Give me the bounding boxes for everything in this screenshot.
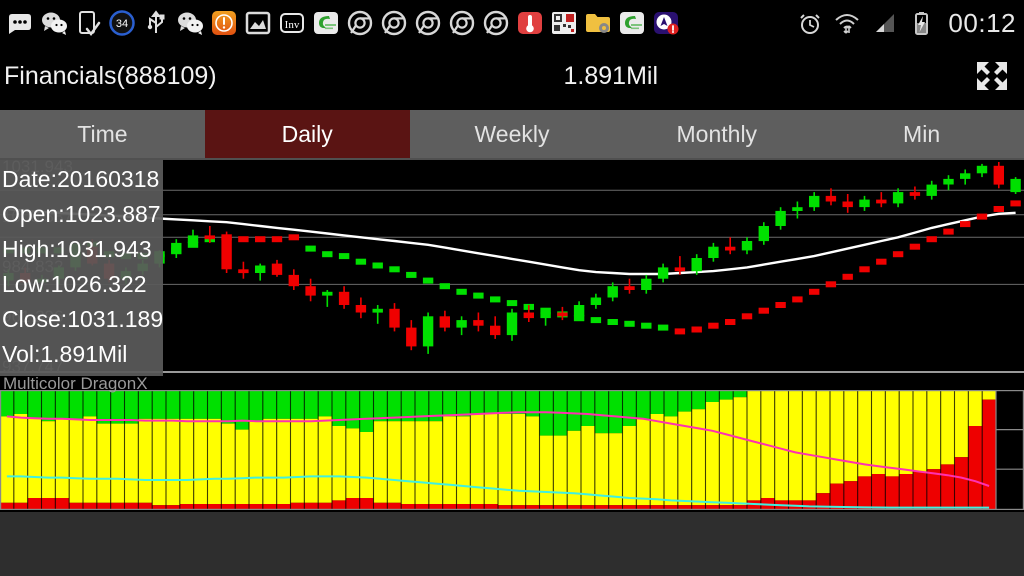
wechat-icon bbox=[40, 9, 68, 37]
usb-icon bbox=[142, 9, 170, 37]
wifi-icon bbox=[833, 9, 861, 37]
tab-label: Daily bbox=[281, 120, 333, 147]
ohlc-row: High:1031.943 bbox=[2, 236, 152, 262]
chat-bubble-icon bbox=[6, 9, 34, 37]
inv-app-icon: Inv bbox=[278, 9, 306, 37]
android-navigation-bar bbox=[0, 512, 1024, 576]
thermometer-app-icon bbox=[516, 9, 544, 37]
tab-label: Monthly bbox=[676, 120, 758, 147]
tab-label: Time bbox=[77, 120, 128, 147]
ohlc-row: Vol:1.891Mil bbox=[2, 341, 128, 367]
ohlc-row: Open:1023.887 bbox=[2, 201, 161, 227]
ohlc-row: Close:1031.189 bbox=[2, 306, 164, 332]
status-bar-system-icons: 00:12 bbox=[796, 9, 1016, 37]
navigation-alert-app-icon bbox=[652, 9, 680, 37]
ohlc-row: Low:1026.322 bbox=[2, 271, 147, 297]
ohlc-row: Date:20160318 bbox=[2, 166, 160, 192]
instrument-header: Financials(888109) 1031.189 7.302(+0.713… bbox=[0, 45, 1024, 107]
ohlc-info-panel: Date:20160318 Open:1023.887 High:1031.943 L… bbox=[0, 160, 163, 376]
instrument-name: Financials(888109) bbox=[4, 61, 217, 90]
orange-alert-app-icon bbox=[210, 9, 238, 37]
green-app-icon bbox=[618, 9, 646, 37]
chrome-icon bbox=[414, 9, 442, 37]
chrome-icon bbox=[448, 9, 476, 37]
status-bar-notification-icons: 34 Inv bbox=[6, 9, 680, 37]
gallery-icon bbox=[244, 9, 272, 37]
tab-min[interactable]: Min bbox=[819, 110, 1024, 158]
volume-value: 1.891Mil bbox=[563, 61, 659, 90]
tab-label: Min bbox=[903, 120, 941, 147]
tab-time[interactable]: Time bbox=[0, 110, 205, 158]
svg-text:Inv: Inv bbox=[285, 19, 300, 31]
green-app-icon bbox=[312, 9, 340, 37]
chrome-icon bbox=[482, 9, 510, 37]
chrome-icon bbox=[380, 9, 408, 37]
status-bar-clock: 00:12 bbox=[948, 7, 1016, 38]
alarm-clock-icon bbox=[796, 9, 824, 37]
tab-weekly[interactable]: Weekly bbox=[410, 110, 615, 158]
cell-signal-icon bbox=[870, 9, 898, 37]
battery-charging-icon bbox=[907, 9, 935, 37]
multicolor-dragonx-indicator[interactable] bbox=[0, 390, 1024, 510]
indicator-title: Multicolor DragonX bbox=[3, 374, 148, 393]
folder-icon bbox=[584, 9, 612, 37]
download-complete-icon bbox=[74, 9, 102, 37]
price-change: 7.302(+0.713%) bbox=[362, 61, 542, 90]
last-price: 1031.189 bbox=[238, 61, 343, 90]
wechat-icon bbox=[176, 9, 204, 37]
battery-percent-badge-icon: 34 bbox=[108, 9, 136, 37]
tab-daily[interactable]: Daily bbox=[204, 110, 410, 158]
chrome-icon bbox=[346, 9, 374, 37]
indicator-bars bbox=[0, 390, 996, 510]
tab-label: Weekly bbox=[474, 120, 550, 147]
expand-fullscreen-icon[interactable] bbox=[970, 55, 1014, 97]
stock-chart-app: 34 Inv 00:12 Financials(888109) 1031.189… bbox=[0, 0, 1024, 576]
svg-text:34: 34 bbox=[116, 18, 128, 30]
period-tab-bar: Time Daily Weekly Monthly Min bbox=[0, 110, 1024, 158]
android-status-bar: 34 Inv 00:12 bbox=[0, 0, 1024, 45]
qr-app-icon bbox=[550, 9, 578, 37]
tab-monthly[interactable]: Monthly bbox=[614, 110, 819, 158]
